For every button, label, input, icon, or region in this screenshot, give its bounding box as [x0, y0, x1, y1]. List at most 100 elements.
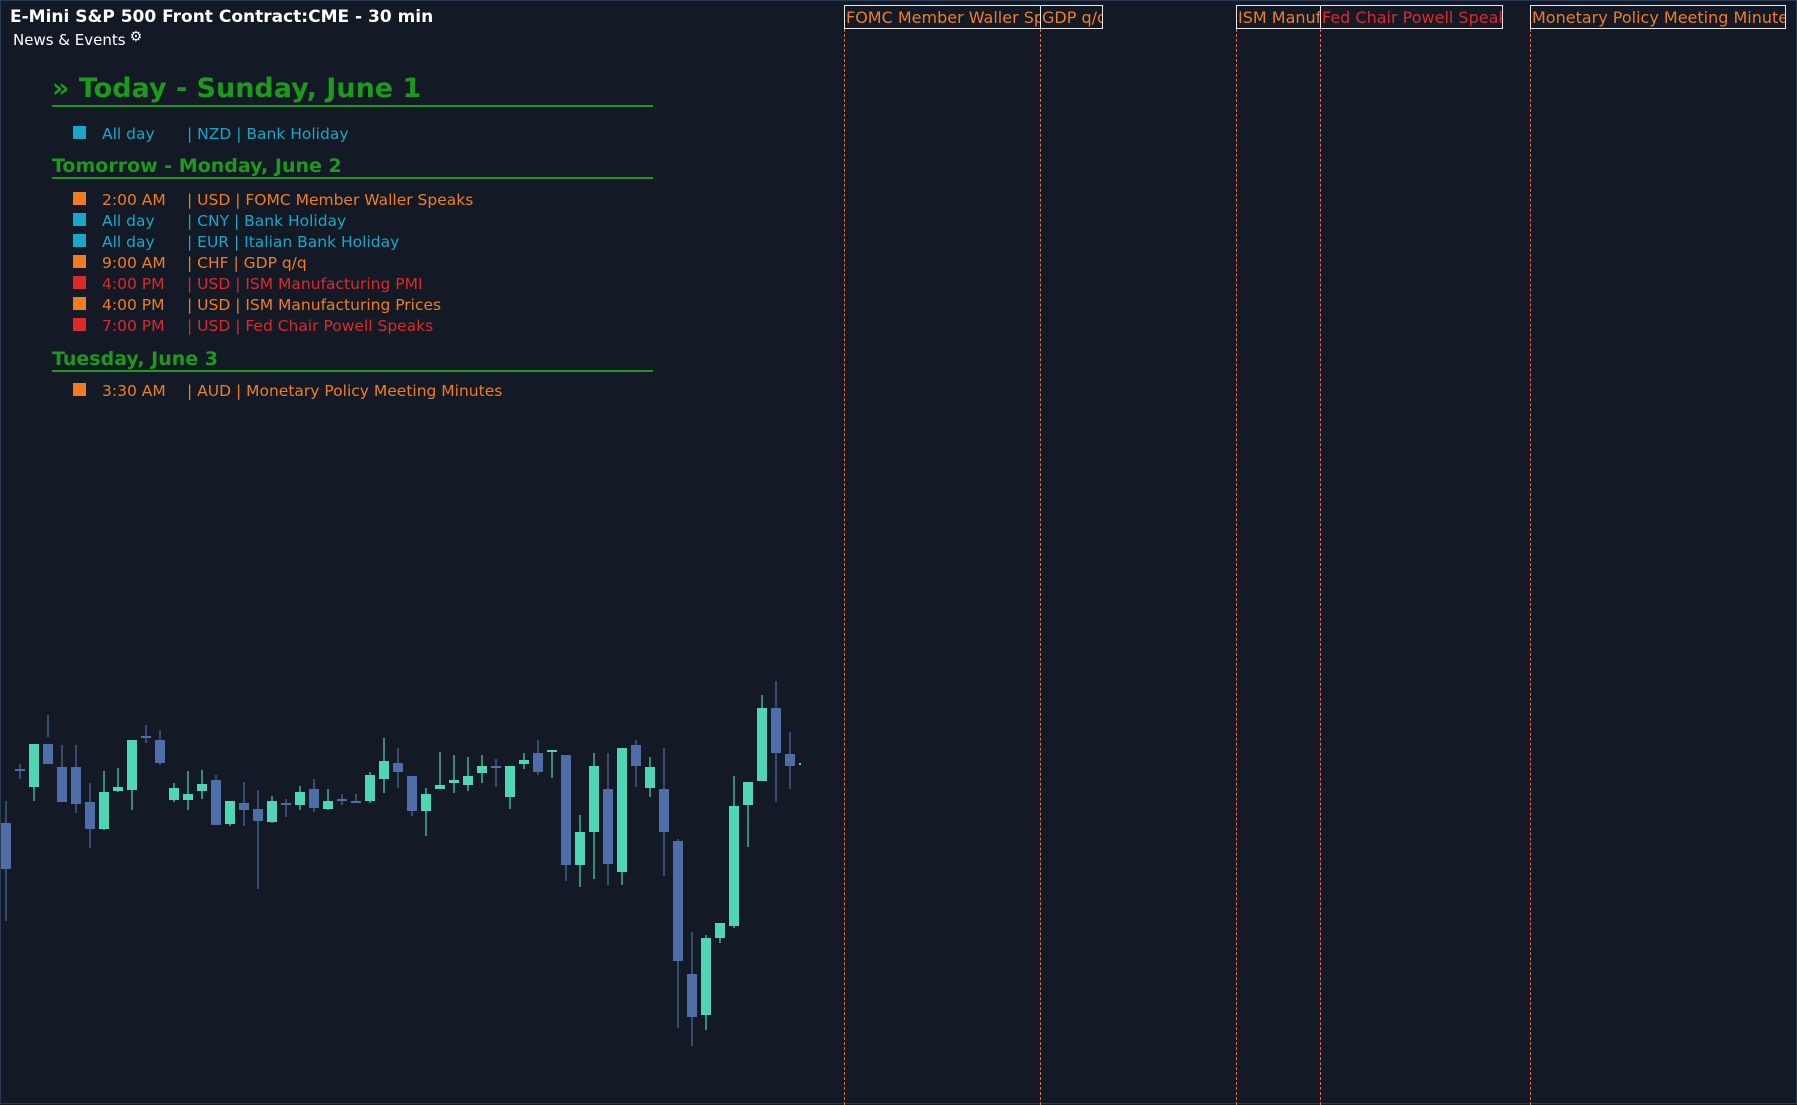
candle: [99, 771, 109, 830]
event-text: | NZD | Bank Holiday: [187, 125, 349, 143]
candle-body: [15, 769, 25, 771]
candle-body: [337, 799, 347, 801]
chart-title: E-Mini S&P 500 Front Contract:CME - 30 m…: [10, 7, 434, 27]
candle: [183, 771, 193, 810]
event-time: All day: [102, 125, 155, 143]
candle: [701, 935, 711, 1030]
event-label[interactable]: GDP q/q: [1040, 5, 1103, 29]
event-label[interactable]: ISM Manufacturing PMI: [1236, 5, 1322, 29]
event-label[interactable]: Fed Chair Powell Speaks: [1320, 5, 1503, 29]
event-text: | EUR | Italian Bank Holiday: [187, 233, 400, 251]
candle-body: [533, 753, 543, 772]
event-label[interactable]: Monetary Policy Meeting Minutes: [1530, 5, 1786, 29]
chart-panel[interactable]: E-Mini S&P 500 Front Contract:CME - 30 m…: [0, 0, 1797, 1105]
candle-body: [743, 782, 753, 805]
candle-body: [99, 792, 109, 829]
candle: [239, 782, 249, 826]
candle: [113, 768, 123, 792]
candle: [673, 839, 683, 1028]
candle: [617, 748, 627, 885]
candle-body: [505, 766, 515, 797]
candle-body: [309, 789, 319, 808]
event-time: 2:00 AM: [102, 191, 166, 209]
candle-body: [113, 787, 123, 791]
candlestick-plot[interactable]: [1, 641, 801, 1105]
candle: [687, 932, 697, 1046]
candle-body: [617, 748, 627, 872]
candle: [799, 763, 801, 765]
event-text: | CNY | Bank Holiday: [187, 212, 347, 230]
candle-body: [281, 803, 291, 805]
candle-body: [715, 923, 725, 938]
event-line: [1040, 29, 1041, 1105]
candle: [267, 796, 277, 823]
candle: [155, 730, 165, 765]
candle: [729, 776, 739, 928]
candle: [771, 681, 781, 802]
candle-body: [183, 794, 193, 800]
candle-body: [645, 767, 655, 788]
candle-body: [225, 801, 235, 824]
candle: [407, 776, 417, 816]
event-time: All day: [102, 233, 155, 251]
event-time: 9:00 AM: [102, 254, 166, 272]
candle: [295, 786, 305, 810]
candle: [449, 755, 459, 793]
event-text: | USD | ISM Manufacturing Prices: [187, 296, 442, 314]
candle: [253, 790, 263, 889]
candle: [519, 753, 529, 769]
indicator-label[interactable]: News & Events ⚙: [13, 29, 143, 49]
impact-swatch: [73, 297, 86, 310]
candle: [743, 782, 753, 847]
candle-body: [1, 823, 11, 869]
candle: [477, 755, 487, 783]
indicator-name: News & Events: [13, 31, 126, 49]
event-text: | CHF | GDP q/q: [187, 254, 307, 272]
gear-icon[interactable]: ⚙: [130, 29, 143, 45]
event-time: 4:00 PM: [102, 296, 165, 314]
candle: [645, 757, 655, 797]
candle: [659, 748, 669, 876]
candle-body: [701, 938, 711, 1015]
event-line: [1236, 29, 1237, 1105]
impact-swatch: [73, 255, 86, 268]
impact-swatch: [73, 318, 86, 331]
candle: [197, 770, 207, 799]
candle-body: [463, 776, 473, 785]
candle-body: [575, 832, 585, 865]
candle: [309, 779, 319, 812]
candle-body: [57, 767, 67, 802]
candle-body: [449, 780, 459, 783]
candle-body: [603, 789, 613, 864]
candle: [71, 745, 81, 813]
candle-body: [239, 803, 249, 810]
candle: [561, 755, 571, 881]
candle-body: [589, 766, 599, 832]
candle: [491, 759, 501, 787]
candle: [127, 740, 137, 810]
impact-swatch: [73, 126, 86, 139]
candle-body: [547, 750, 557, 752]
candle: [757, 695, 767, 781]
event-line: [844, 29, 845, 1105]
candle-body: [561, 755, 571, 865]
candle: [589, 753, 599, 879]
candle-body: [211, 780, 221, 825]
candle-body: [729, 806, 739, 926]
candle-body: [155, 740, 165, 763]
candle-body: [197, 784, 207, 791]
candle-body: [757, 708, 767, 781]
candle: [393, 748, 403, 788]
candle: [15, 764, 25, 779]
candle-body: [365, 775, 375, 801]
candle-body: [421, 794, 431, 811]
candle: [435, 752, 445, 789]
candle: [1, 801, 11, 921]
event-label[interactable]: FOMC Member Waller Speaks: [844, 5, 1041, 29]
event-text: | USD | Fed Chair Powell Speaks: [187, 317, 434, 335]
candle: [533, 740, 543, 775]
event-time: 3:30 AM: [102, 382, 166, 400]
candle-body: [771, 708, 781, 753]
candle-body: [169, 788, 179, 800]
candle-body: [379, 761, 389, 779]
